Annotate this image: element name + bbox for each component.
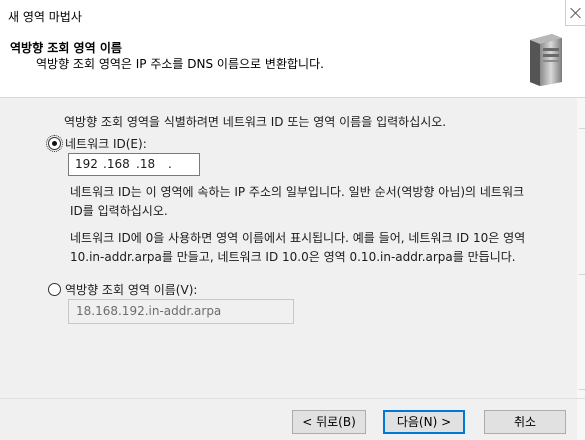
instruction-text: 역방향 조회 영역을 식별하려면 네트워크 ID 또는 영역 이름을 입력하십시… — [64, 115, 447, 129]
help-line: 네트워크 ID는 이 영역에 속하는 IP 주소의 일부입니다. 일반 순서(역… — [70, 185, 525, 199]
side-panel-edge — [577, 98, 585, 440]
network-id-input[interactable]: 192 .168 .18 . — [68, 153, 200, 176]
zone-name-label: 역방향 조회 영역 이름(V): — [65, 283, 198, 297]
cancel-button[interactable]: 취소 — [484, 410, 566, 434]
title-bar: 새 영역 마법사 — [0, 0, 585, 32]
network-id-label: 네트워크 ID(E): — [65, 137, 147, 151]
octet-1[interactable]: 192 — [75, 157, 98, 171]
window-title: 새 영역 마법사 — [8, 10, 82, 24]
back-button[interactable]: < 뒤로(B) — [292, 410, 366, 434]
next-button[interactable]: 다음(N) > — [383, 410, 465, 434]
server-icon — [530, 34, 562, 86]
help-line: 10.in-addr.arpa를 만들고, 네트워크 ID 10.0은 영역 0… — [70, 250, 516, 264]
zone-name-input: 18.168.192.in-addr.arpa — [68, 299, 294, 324]
network-id-option[interactable]: 네트워크 ID(E): — [46, 135, 147, 152]
wizard-header: 역방향 조회 영역 이름 역방향 조회 영역은 IP 주소를 DNS 이름으로 … — [0, 32, 585, 98]
octet-2[interactable]: .168 — [103, 157, 130, 171]
footer-divider — [0, 398, 585, 399]
zone-name-radio[interactable] — [48, 283, 61, 296]
page-title: 역방향 조회 영역 이름 — [10, 41, 122, 55]
octet-3[interactable]: .18 — [136, 157, 155, 171]
help-line: 네트워크 ID에 0을 사용하면 영역 이름에서 표시됩니다. 예를 들어, 네… — [70, 231, 526, 245]
close-icon[interactable] — [565, 0, 585, 26]
zone-name-option[interactable]: 역방향 조회 영역 이름(V): — [48, 281, 197, 298]
network-id-example: 네트워크 ID에 0을 사용하면 영역 이름에서 표시됩니다. 예를 들어, 네… — [70, 229, 570, 267]
octet-4[interactable]: . — [168, 157, 172, 171]
network-id-help: 네트워크 ID는 이 영역에 속하는 IP 주소의 일부입니다. 일반 순서(역… — [70, 183, 570, 221]
page-subtitle: 역방향 조회 영역은 IP 주소를 DNS 이름으로 변환합니다. — [36, 57, 324, 71]
network-id-radio[interactable] — [46, 135, 63, 152]
help-line: ID를 입력하십시오. — [70, 204, 168, 218]
